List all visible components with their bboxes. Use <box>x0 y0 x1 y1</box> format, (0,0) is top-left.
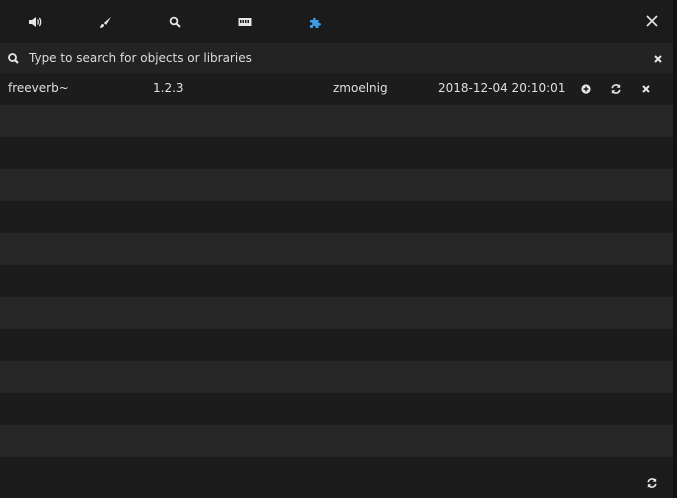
empty-row <box>0 361 673 393</box>
search-bar <box>0 43 673 73</box>
package-version: 1.2.3 <box>153 81 184 95</box>
tab-appearance[interactable] <box>93 10 117 34</box>
deken-window: freeverb~ 1.2.3 zmoelnig 2018-12-04 20:1… <box>0 0 673 498</box>
close-icon <box>646 15 658 27</box>
puzzle-icon <box>309 17 321 28</box>
paintbrush-icon <box>99 16 111 28</box>
search-icon <box>8 53 19 64</box>
footer <box>0 467 673 498</box>
package-author: zmoelnig <box>333 81 388 95</box>
tab-deken[interactable] <box>303 10 327 34</box>
empty-row <box>0 201 673 233</box>
empty-row <box>0 137 673 169</box>
window-edge <box>673 0 677 498</box>
package-date: 2018-12-04 20:10:01 <box>438 81 566 95</box>
empty-row <box>0 105 673 137</box>
install-icon[interactable] <box>579 82 593 96</box>
package-list: freeverb~ 1.2.3 zmoelnig 2018-12-04 20:1… <box>0 73 673 489</box>
magnifier-icon <box>169 16 181 28</box>
close-button[interactable] <box>640 9 664 33</box>
tab-search[interactable] <box>163 10 187 34</box>
refresh-icon[interactable] <box>645 476 659 490</box>
empty-row <box>0 329 673 361</box>
table-row[interactable]: freeverb~ 1.2.3 zmoelnig 2018-12-04 20:1… <box>0 73 673 105</box>
uninstall-icon[interactable] <box>639 82 653 96</box>
empty-row <box>0 233 673 265</box>
search-input[interactable] <box>29 48 629 68</box>
speaker-icon <box>29 17 42 27</box>
tab-audio[interactable] <box>23 10 47 34</box>
update-icon[interactable] <box>609 82 623 96</box>
toolbar <box>0 0 673 43</box>
package-name: freeverb~ <box>8 81 69 95</box>
empty-row <box>0 425 673 457</box>
midi-port-icon <box>238 18 252 26</box>
tab-midi[interactable] <box>233 10 257 34</box>
empty-row <box>0 297 673 329</box>
empty-row <box>0 393 673 425</box>
empty-row <box>0 265 673 297</box>
empty-row <box>0 169 673 201</box>
clear-search-icon[interactable] <box>652 53 664 65</box>
